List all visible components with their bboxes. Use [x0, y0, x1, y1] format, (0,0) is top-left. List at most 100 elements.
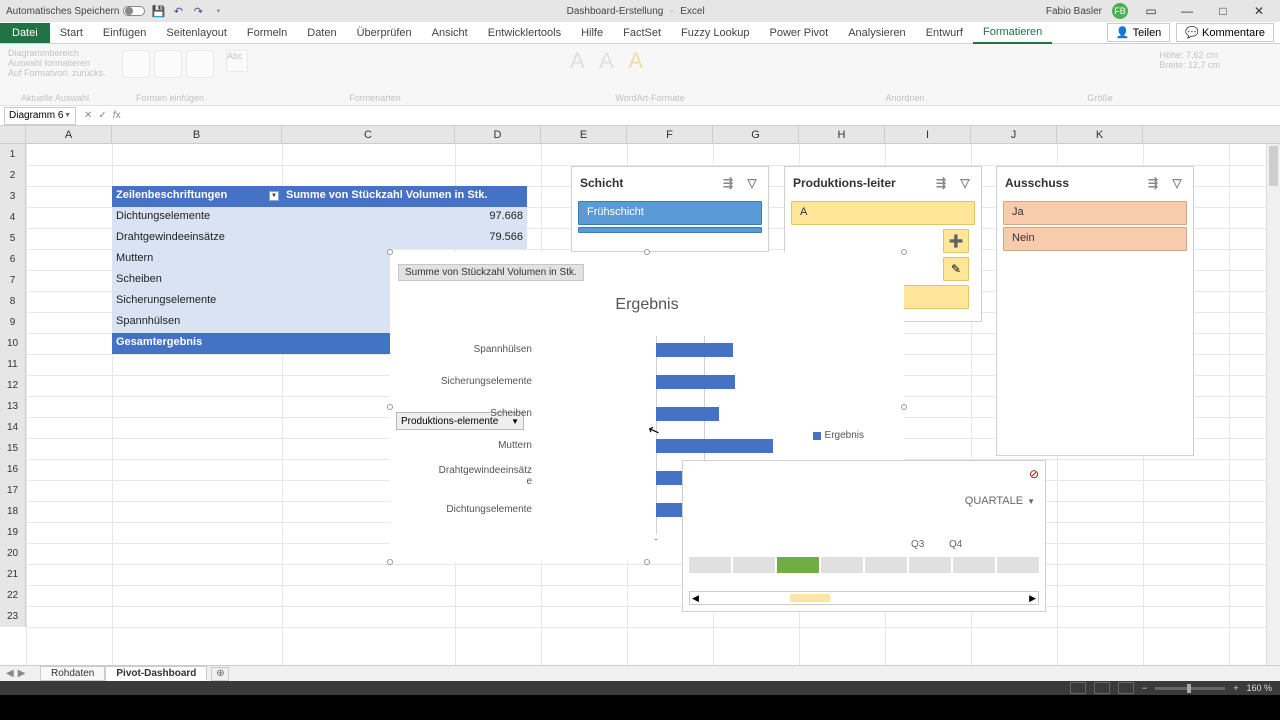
- row-header[interactable]: 2: [0, 165, 26, 186]
- timeline-scrollbar[interactable]: ◀ ▶: [689, 591, 1039, 605]
- row-header[interactable]: 6: [0, 249, 26, 270]
- chart-bar[interactable]: [656, 343, 733, 357]
- autosave-toggle[interactable]: Automatisches Speichern: [6, 6, 145, 17]
- row-header[interactable]: 12: [0, 375, 26, 396]
- col-header[interactable]: H: [799, 126, 885, 143]
- timeline-period[interactable]: QUARTALE▼: [965, 495, 1035, 507]
- scrollbar-thumb[interactable]: [1269, 146, 1278, 186]
- col-header[interactable]: I: [885, 126, 971, 143]
- timeline-segment-selected[interactable]: [777, 557, 819, 573]
- resize-handle[interactable]: [387, 249, 393, 255]
- tab-hilfe[interactable]: Hilfe: [571, 23, 613, 43]
- row-header[interactable]: 17: [0, 480, 26, 501]
- pivot-value-header[interactable]: Summe von Stückzahl Volumen in Stk.: [282, 186, 527, 207]
- pivot-value[interactable]: [282, 270, 390, 291]
- timeline-segment[interactable]: [865, 557, 907, 573]
- row-header[interactable]: 14: [0, 417, 26, 438]
- maximize-icon[interactable]: □: [1210, 1, 1236, 21]
- vertical-scrollbar[interactable]: [1266, 144, 1280, 665]
- select-all-corner[interactable]: [0, 126, 26, 143]
- sheet-tab-active[interactable]: Pivot-Dashboard: [105, 666, 207, 681]
- prev-sheet-icon[interactable]: ◀: [6, 668, 14, 679]
- col-header[interactable]: C: [282, 126, 455, 143]
- resize-handle[interactable]: [387, 559, 393, 565]
- pivot-value[interactable]: [282, 312, 390, 333]
- pivot-total-value[interactable]: [282, 333, 390, 354]
- row-header[interactable]: 10: [0, 333, 26, 354]
- slicer-item-partial[interactable]: [578, 227, 762, 233]
- zoom-in-icon[interactable]: +: [1233, 683, 1238, 693]
- redo-icon[interactable]: ↷: [191, 4, 205, 18]
- resize-handle[interactable]: [901, 249, 907, 255]
- tab-entwicklertools[interactable]: Entwicklertools: [478, 23, 571, 43]
- row-header[interactable]: 7: [0, 270, 26, 291]
- sheet-tab[interactable]: Rohdaten: [40, 666, 105, 681]
- formula-input[interactable]: [127, 108, 1280, 124]
- slicer-item[interactable]: Nein: [1003, 227, 1187, 251]
- col-header[interactable]: A: [26, 126, 112, 143]
- col-header[interactable]: G: [713, 126, 799, 143]
- timeline-segment[interactable]: [953, 557, 995, 573]
- pivot-total-label[interactable]: Gesamtergebnis: [112, 333, 282, 354]
- timeline-track[interactable]: [689, 557, 1039, 573]
- timeline-segment[interactable]: [733, 557, 775, 573]
- row-header[interactable]: 19: [0, 522, 26, 543]
- col-header[interactable]: B: [112, 126, 282, 143]
- col-header[interactable]: K: [1057, 126, 1143, 143]
- worksheet-grid[interactable]: A B C D E F G H I J K: [0, 126, 1280, 665]
- qat-dropdown-icon[interactable]: ▾: [211, 4, 225, 18]
- column-headers[interactable]: A B C D E F G H I J K: [0, 126, 1280, 144]
- view-pagebreak-icon[interactable]: [1118, 682, 1134, 694]
- timeline-segment[interactable]: [997, 557, 1039, 573]
- row-header[interactable]: 8: [0, 291, 26, 312]
- slicer-item[interactable]: Frühschicht: [578, 201, 762, 225]
- pivot-row[interactable]: Spannhülsen: [112, 312, 282, 333]
- tab-powerpivot[interactable]: Power Pivot: [760, 23, 839, 43]
- clear-filter-icon[interactable]: ▽: [744, 175, 760, 191]
- tab-datei[interactable]: Datei: [0, 23, 50, 43]
- zoom-out-icon[interactable]: −: [1142, 683, 1147, 693]
- row-header[interactable]: 20: [0, 543, 26, 564]
- chevron-down-icon[interactable]: ▼: [64, 112, 71, 119]
- chart-title[interactable]: Ergebnis: [390, 296, 904, 314]
- filter-dropdown-icon[interactable]: ▼: [269, 191, 279, 201]
- col-header[interactable]: F: [627, 126, 713, 143]
- timeline-segment[interactable]: [689, 557, 731, 573]
- pivot-row[interactable]: Sicherungselemente: [112, 291, 282, 312]
- minimize-icon[interactable]: —: [1174, 1, 1200, 21]
- undo-icon[interactable]: ↶: [171, 4, 185, 18]
- row-header[interactable]: 4: [0, 207, 26, 228]
- tab-fuzzylookup[interactable]: Fuzzy Lookup: [671, 23, 759, 43]
- clear-filter-icon[interactable]: ▽: [1169, 175, 1185, 191]
- slicer-schicht[interactable]: Schicht ⇶▽ Frühschicht: [571, 166, 769, 252]
- scroll-left-icon[interactable]: ◀: [692, 593, 699, 604]
- tab-format[interactable]: Formatieren: [973, 22, 1052, 44]
- row-header[interactable]: 5: [0, 228, 26, 249]
- zoom-slider[interactable]: [1155, 687, 1225, 690]
- tab-seitenlayout[interactable]: Seitenlayout: [156, 23, 237, 43]
- row-header[interactable]: 3: [0, 186, 26, 207]
- ribbon-display-icon[interactable]: ▭: [1138, 1, 1164, 21]
- multi-select-icon[interactable]: ⇶: [720, 175, 736, 191]
- scroll-right-icon[interactable]: ▶: [1029, 593, 1036, 604]
- fx-icon[interactable]: fx: [113, 110, 121, 121]
- pivot-row[interactable]: Scheiben: [112, 270, 282, 291]
- comments-button[interactable]: 💬Kommentare: [1176, 23, 1274, 42]
- enter-formula-icon[interactable]: ✓: [98, 110, 106, 121]
- row-header[interactable]: 16: [0, 459, 26, 480]
- slicer-ausschuss[interactable]: Ausschuss ⇶▽ Ja Nein: [996, 166, 1194, 456]
- pivot-row[interactable]: Drahtgewindeeinsätze: [112, 228, 282, 249]
- tab-analysieren[interactable]: Analysieren: [838, 23, 915, 43]
- row-header[interactable]: 22: [0, 585, 26, 606]
- row-header[interactable]: 15: [0, 438, 26, 459]
- pivot-row-header[interactable]: Zeilenbeschriftungen ▼: [112, 186, 282, 207]
- save-icon[interactable]: 💾: [151, 4, 165, 18]
- tab-entwurf[interactable]: Entwurf: [916, 23, 973, 43]
- row-header[interactable]: 11: [0, 354, 26, 375]
- pivot-row[interactable]: Muttern: [112, 249, 282, 270]
- clear-filter-icon[interactable]: ▽: [957, 175, 973, 191]
- col-header[interactable]: D: [455, 126, 541, 143]
- chart-bar[interactable]: [656, 375, 735, 389]
- pivot-value[interactable]: 97.668: [282, 207, 527, 228]
- pivot-row[interactable]: Dichtungselemente: [112, 207, 282, 228]
